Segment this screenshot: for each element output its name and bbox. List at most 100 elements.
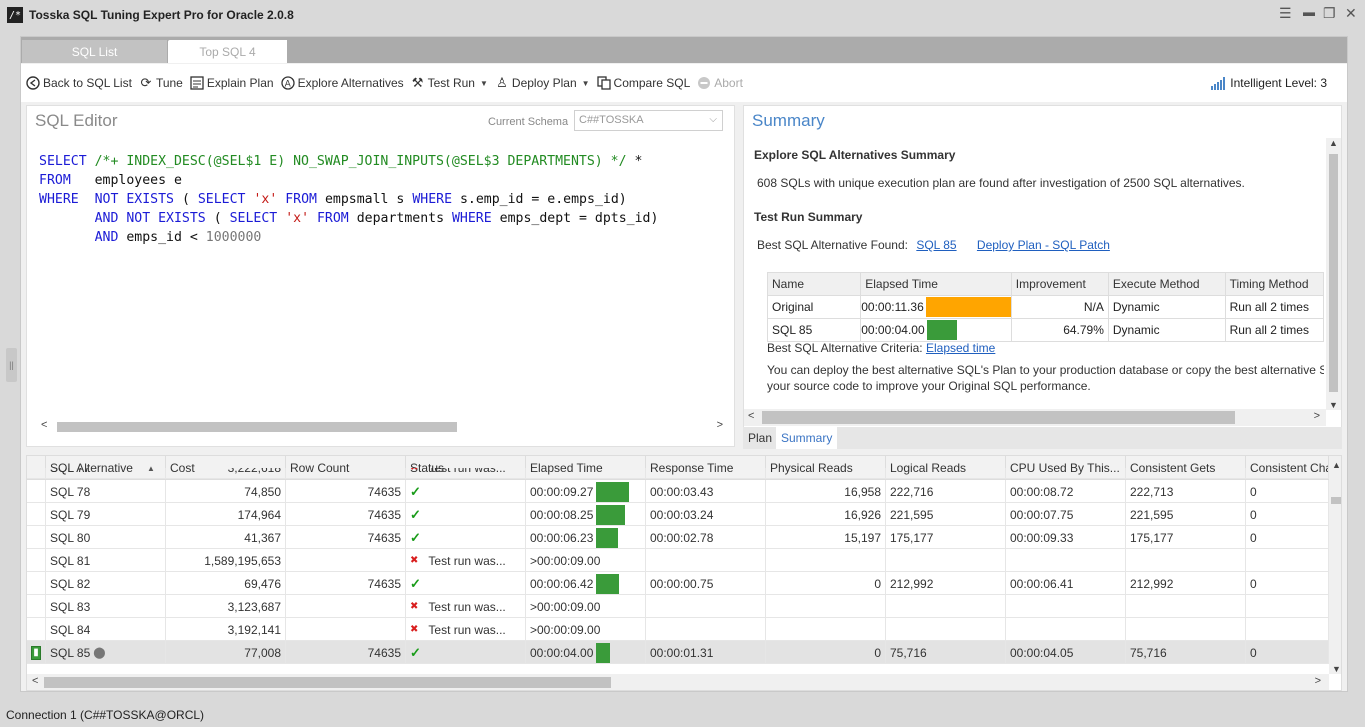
table-row[interactable]: SQL 79 174,964 74635 ✓ 00:00:08.25 00:00:03.2… (27, 503, 1329, 526)
summary-subtabs: Plan Summary (743, 427, 1342, 449)
grid-cell: ▮ (27, 641, 46, 664)
summary-horizontal-scrollbar[interactable]: < > (744, 409, 1326, 426)
tune-button[interactable]: ⟳ Tune (139, 75, 182, 90)
grid-cell: SQL 84 (46, 618, 166, 641)
explain-plan-button[interactable]: Explain Plan (190, 76, 274, 90)
scroll-left-icon[interactable]: < (32, 675, 38, 687)
grid-vertical-scrollbar[interactable]: ▲ ▼ (1329, 456, 1341, 674)
minimize-button[interactable]: ▬ (1303, 5, 1315, 19)
sql-code-area[interactable]: SELECT /*+ INDEX_DESC(@SEL$1 E) NO_SWAP_… (39, 152, 729, 262)
grid-cell (27, 595, 46, 618)
grid-cell: 15,197 (766, 526, 886, 549)
intelligent-level-label: Intelligent Level: 3 (1230, 76, 1327, 90)
scrollbar-thumb[interactable] (57, 422, 457, 432)
grid-cell (646, 618, 766, 641)
grid-cell: SQL 85 ⬤ (46, 641, 166, 664)
grid-cell: SQL 81 (46, 549, 166, 572)
grid-cell (1006, 468, 1126, 478)
table-row[interactable]: SQL 78 74,850 74635 ✓ 00:00:09.27 00:00:03.43… (27, 480, 1329, 503)
tab-top-sql-4[interactable]: Top SQL 4 (168, 40, 287, 63)
sql-alternative-name: SQL 79 (50, 507, 91, 522)
abort-button[interactable]: Abort (697, 76, 743, 90)
deploy-plan-sql-patch-link[interactable]: Deploy Plan - SQL Patch (977, 238, 1110, 252)
deploy-plan-dropdown-icon[interactable]: ▼ (582, 79, 590, 88)
criteria-link[interactable]: Elapsed time (926, 341, 995, 355)
tab-sql-list[interactable]: SQL List (22, 40, 167, 63)
grid-cell: 00:00:02.78 (646, 526, 766, 549)
physical-reads-value: 0 (874, 645, 881, 660)
grid-cell: 00:00:04.00 (526, 641, 646, 664)
grid-cell: 00:00:06.23 (526, 526, 646, 549)
row-count-value: 74635 (367, 484, 401, 499)
grid-cell (1126, 549, 1246, 572)
scroll-down-icon[interactable]: ▼ (1329, 400, 1338, 410)
table-row[interactable]: SQL 83 3,123,687 ✖ Test run was... >00:00:09… (27, 595, 1329, 618)
menu-icon[interactable]: ☰ (1279, 5, 1292, 22)
intelligent-level[interactable]: Intelligent Level: 3 (1211, 76, 1327, 90)
table-row[interactable]: SQL 80 41,367 74635 ✓ 00:00:06.23 00:00:02.78… (27, 526, 1329, 549)
subtab-summary[interactable]: Summary (776, 427, 838, 449)
test-run-dropdown-icon[interactable]: ▼ (480, 79, 488, 88)
scroll-left-icon[interactable]: < (748, 410, 754, 422)
current-schema-select[interactable]: C##TOSSKA ⌵ (574, 110, 723, 131)
grid-cell: SQL 77 (46, 468, 166, 478)
subtab-plan[interactable]: Plan (743, 427, 778, 449)
success-check-icon: ✓ (410, 529, 421, 545)
back-to-sql-list-button[interactable]: Back to SQL List (26, 76, 132, 90)
summary-improvement: 64.79% (1010, 318, 1109, 342)
elapsed-time-value: >00:00:09.00 (530, 599, 601, 614)
deploy-plan-button[interactable]: ♙ Deploy Plan ▼ (495, 75, 590, 90)
table-row[interactable]: SQL 82 69,476 74635 ✓ 00:00:06.42 00:00:00.75… (27, 572, 1329, 595)
grid-cell: 0 (1246, 503, 1329, 526)
scrollbar-thumb[interactable] (44, 677, 611, 688)
table-row[interactable]: SQL 81 1,589,195,653 ✖ Test run was... >00:0… (27, 549, 1329, 572)
scrollbar-thumb[interactable] (1329, 154, 1338, 392)
summary-vertical-scrollbar[interactable]: ▲ ▼ (1326, 138, 1341, 410)
toolbar: Back to SQL List ⟳ Tune Explain Plan A E… (21, 64, 1347, 102)
scrollbar-thumb[interactable] (1331, 497, 1341, 504)
scrollbar-thumb[interactable] (762, 411, 1235, 424)
scroll-down-icon[interactable]: ▼ (1332, 664, 1341, 674)
grid-cell: SQL 83 (46, 595, 166, 618)
cost-value: 41,367 (244, 530, 281, 545)
physical-reads-value: 15,197 (844, 530, 881, 545)
grid-cell: ✖ Test run was... (406, 468, 526, 478)
consistent-changes-value: 0 (1250, 645, 1257, 660)
table-row[interactable]: ▮ SQL 85 ⬤ 77,008 74635 ✓ 00:00:04.00 00:00:01.… (27, 641, 1329, 664)
row-count-value: 74635 (367, 530, 401, 545)
grid-cell (1126, 595, 1246, 618)
grid-cell: 00:00:09.33 (1006, 526, 1126, 549)
grid-horizontal-scrollbar[interactable]: < > (27, 674, 1329, 690)
restore-button[interactable]: ❐ (1323, 5, 1336, 22)
compare-sql-button[interactable]: Compare SQL (596, 76, 690, 90)
status-text: Test run was... (428, 599, 506, 614)
close-button[interactable]: ✕ (1345, 5, 1357, 22)
grid-cell: 00:00:09.27 (526, 480, 646, 503)
col-name: Name (766, 272, 862, 296)
success-check-icon: ✓ (410, 575, 421, 591)
table-row[interactable]: SQL 77 3,222,618 ✖ Test run was... (27, 468, 1329, 479)
compare-sql-icon (596, 76, 611, 90)
scroll-up-icon[interactable]: ▲ (1332, 460, 1341, 470)
consistent-changes-value: 0 (1250, 576, 1257, 591)
side-panel-grip[interactable]: || (6, 348, 17, 382)
test-run-button[interactable]: ⚒ Test Run ▼ (411, 75, 488, 90)
grid-cell: 75,716 (886, 641, 1006, 664)
grid-cell (886, 618, 1006, 641)
scroll-up-icon[interactable]: ▲ (1329, 138, 1338, 148)
grid-cell: 74635 (286, 572, 406, 595)
grid-cell: 221,595 (886, 503, 1006, 526)
table-row[interactable]: SQL 84 3,192,141 ✖ Test run was... >00:00:09… (27, 618, 1329, 641)
summary-table-row: Original 00:00:11.36 N/A Dynamic Run all 2 t… (766, 295, 1324, 319)
success-check-icon: ✓ (410, 506, 421, 522)
scroll-right-icon[interactable]: > (1314, 410, 1320, 422)
scroll-left-icon[interactable]: < (41, 419, 47, 431)
explore-alternatives-button[interactable]: A Explore Alternatives (280, 76, 404, 90)
summary-elapsed-value: 00:00:11.36 (861, 300, 924, 314)
grid-cell (1246, 618, 1329, 641)
scroll-right-icon[interactable]: > (1315, 675, 1321, 687)
scroll-right-icon[interactable]: > (717, 419, 723, 431)
editor-horizontal-scrollbar[interactable]: < > (37, 418, 727, 435)
deploy-plan-icon: ♙ (496, 75, 508, 90)
best-sql-link[interactable]: SQL 85 (916, 238, 956, 252)
